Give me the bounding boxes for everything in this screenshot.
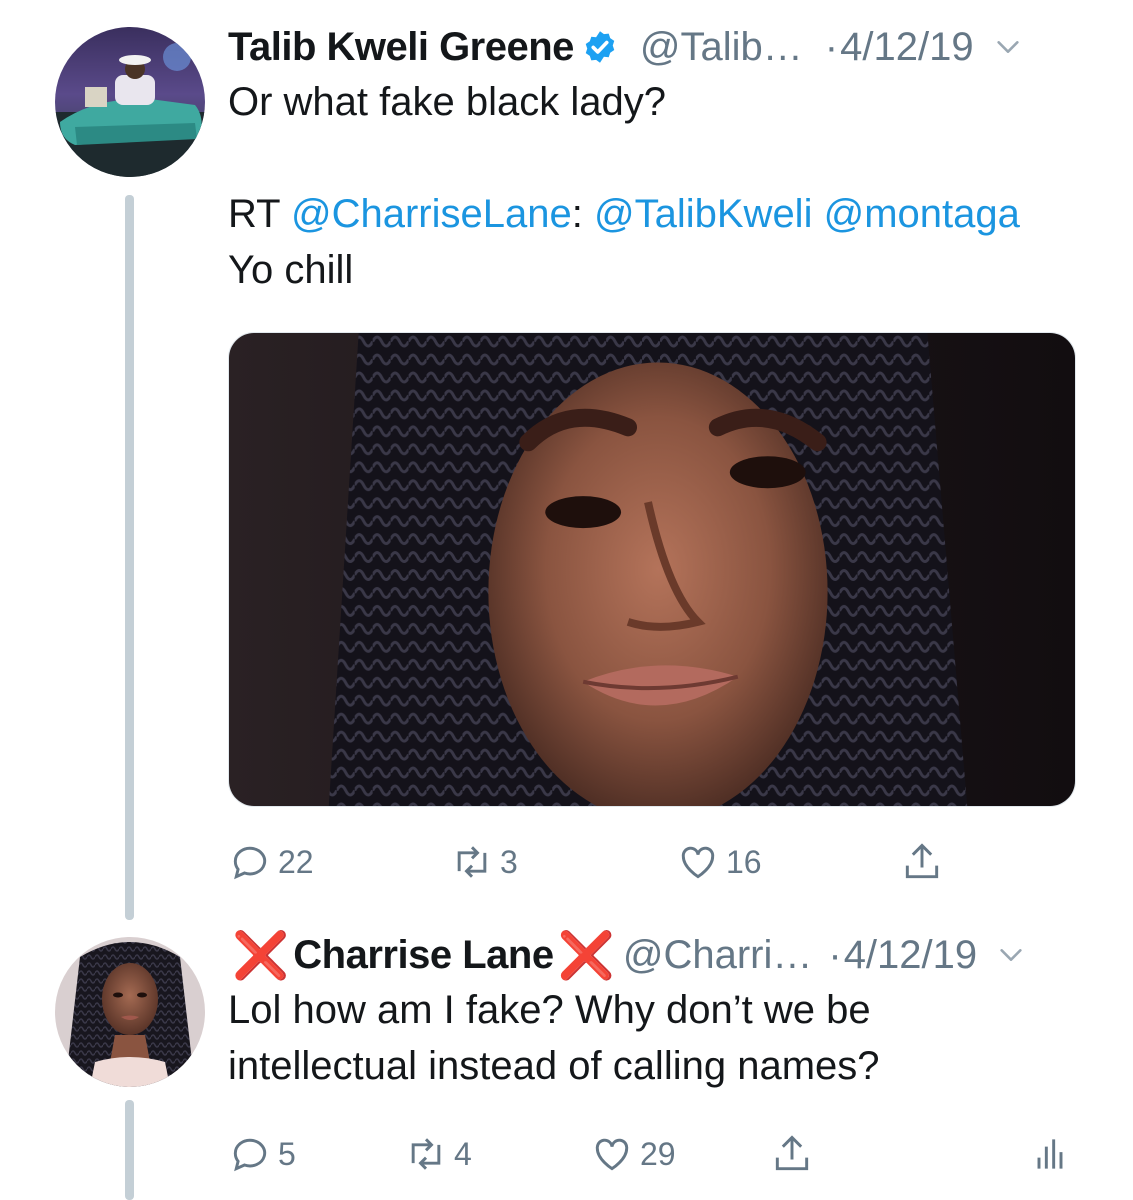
tweet[interactable]: ❌ Charrise Lane ❌ @Charri… · 4/12/19 Lol… [228, 928, 1093, 1184]
like-button[interactable]: 16 [676, 832, 762, 892]
red-x-mark: ❌ [232, 929, 290, 981]
tweet-header: ❌ Charrise Lane ❌ @Charri… · 4/12/19 [228, 928, 1093, 982]
tweet-text-line: Lol how am I fake? Why don’t we be [228, 988, 871, 1032]
like-count: 29 [640, 1135, 676, 1172]
retweet-icon [411, 1138, 441, 1170]
tweet-text: Lol how am I fake? Why don’t we be intel… [228, 982, 1093, 1094]
tweet-text-line: Yo chill [228, 248, 354, 292]
chevron-down-icon[interactable] [994, 32, 1024, 62]
chevron-down-icon[interactable] [997, 940, 1027, 970]
reply-button[interactable]: 22 [228, 832, 314, 892]
separator-dot: · [824, 25, 839, 69]
rt-colon: : [571, 192, 583, 236]
tweet-date[interactable]: 4/12/19 [844, 928, 977, 982]
mention-link[interactable]: @CharriseLane [291, 192, 572, 236]
share-button[interactable] [900, 832, 944, 892]
avatar[interactable] [55, 937, 205, 1087]
retweet-quote-line: RT @CharriseLane: @TalibKweli @montaga [228, 186, 1093, 242]
tweet-media-image[interactable] [228, 332, 1076, 807]
share-icon [775, 1135, 809, 1171]
mention-link[interactable]: @TalibKweli [594, 192, 812, 236]
tweet-text: Or what fake black lady? RT @CharriseLan… [228, 74, 1093, 298]
avatar-image [55, 937, 205, 1087]
tweet-actions: 22 3 16 [228, 832, 1093, 892]
tweet-header: Talib Kweli Greene @Talib… · 4/12/19 [228, 20, 1093, 74]
like-count: 16 [726, 843, 762, 880]
avatar[interactable] [55, 27, 205, 177]
retweet-count: 3 [500, 843, 518, 880]
retweet-button[interactable]: 3 [450, 832, 518, 892]
user-handle[interactable]: @Charri… [623, 928, 813, 982]
tweet-text-line: intellectual instead of calling names? [228, 1044, 880, 1088]
reply-count: 22 [278, 843, 314, 880]
rt-prefix: RT [228, 192, 280, 236]
like-button[interactable]: 29 [590, 1124, 676, 1184]
reply-icon [233, 1138, 267, 1172]
avatar-image [55, 27, 205, 177]
thread-connector-line [125, 1100, 134, 1200]
tweet-actions: 5 4 29 [228, 1124, 1093, 1184]
retweet-icon [457, 846, 487, 878]
tweet-date[interactable]: 4/12/19 [840, 20, 973, 74]
share-icon [905, 843, 939, 879]
like-icon [681, 846, 715, 879]
display-name[interactable]: Charrise Lane [293, 928, 554, 982]
thread-connector-line [125, 195, 134, 920]
red-x-mark: ❌ [557, 929, 615, 981]
display-name[interactable]: Talib Kweli Greene [228, 20, 574, 74]
reply-icon [233, 846, 267, 880]
verified-icon [582, 29, 618, 65]
media-photo [229, 333, 1075, 806]
separator-dot: · [828, 933, 842, 977]
like-icon [595, 1138, 629, 1171]
share-button[interactable] [770, 1124, 814, 1184]
analytics-icon [1037, 1139, 1063, 1169]
tweet[interactable]: Talib Kweli Greene @Talib… · 4/12/19 Or … [228, 20, 1093, 892]
tweet-text-line: Or what fake black lady? [228, 80, 666, 124]
retweet-count: 4 [454, 1135, 472, 1172]
reply-button[interactable]: 5 [228, 1124, 296, 1184]
mention-link[interactable]: @montaga [824, 192, 1020, 236]
analytics-button[interactable] [1028, 1124, 1072, 1184]
retweet-button[interactable]: 4 [404, 1124, 472, 1184]
reply-count: 5 [278, 1135, 296, 1172]
user-handle[interactable]: @Talib… [640, 20, 803, 74]
